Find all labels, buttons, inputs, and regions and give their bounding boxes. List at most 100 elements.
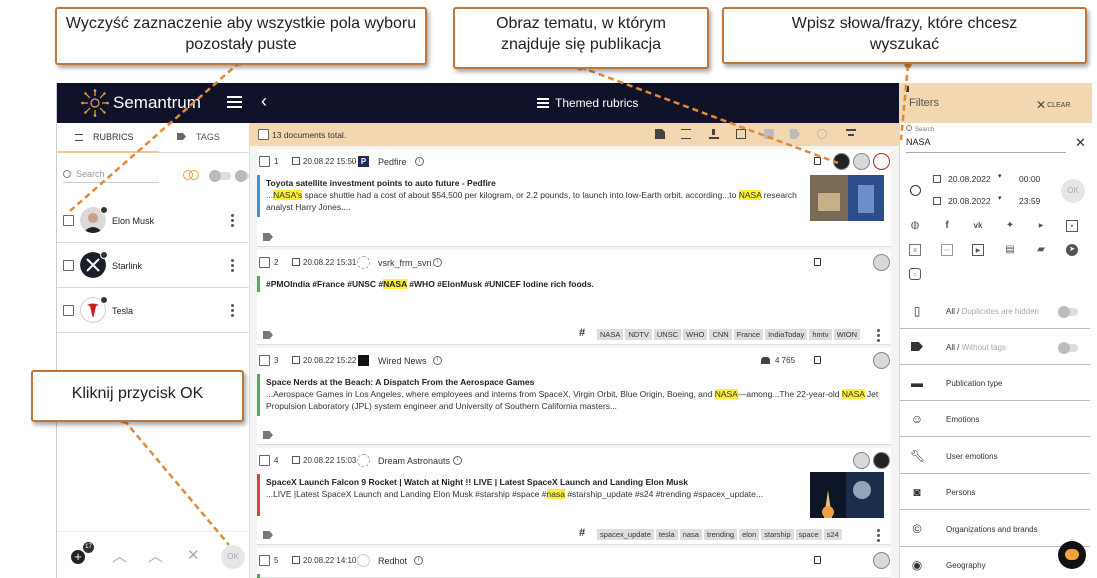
chevron-double-up-icon[interactable]: ︿	[148, 545, 163, 566]
duplicates-toggle[interactable]	[1058, 306, 1078, 318]
rubric-checkbox[interactable]	[63, 215, 74, 226]
ok-button[interactable]: OK	[221, 545, 245, 569]
dropdown-arrow-icon[interactable]: ▾	[998, 194, 1002, 202]
select-all-checkbox[interactable]	[258, 129, 269, 140]
hashtag-chip[interactable]: trending	[703, 529, 738, 540]
dropdown-arrow-icon[interactable]: ▾	[998, 172, 1002, 180]
chat-support-icon[interactable]	[1058, 541, 1086, 569]
date-from-field[interactable]: 20.08.2022	[948, 174, 991, 184]
filter-duplicates[interactable]: ▯ All / Duplicates are hidden	[900, 293, 1090, 329]
save-icon[interactable]	[736, 129, 746, 139]
rubric-starlink[interactable]: Starlink	[57, 243, 249, 288]
document-card-3[interactable]: 3 20.08.22 15:22 Wired News i 4 765 Spac…	[257, 348, 891, 445]
add-rubric-button[interactable]: +	[71, 550, 85, 564]
document-checkbox[interactable]	[259, 455, 270, 466]
document-title[interactable]: Space Nerds at the Beach: A Dispatch Fro…	[266, 377, 534, 387]
document-checkbox[interactable]	[259, 257, 270, 268]
tab-tags[interactable]: TAGS	[177, 132, 220, 142]
chevron-up-icon[interactable]: ︿	[112, 545, 127, 566]
rubric-checkbox[interactable]	[63, 260, 74, 271]
document-icon[interactable]	[814, 556, 821, 564]
info-icon[interactable]: i	[453, 456, 462, 465]
video-icon[interactable]: ▶	[972, 244, 984, 256]
trash-icon[interactable]	[764, 129, 774, 139]
history-icon[interactable]	[910, 185, 921, 196]
tab-rubrics[interactable]: RUBRICS	[75, 132, 134, 142]
hashtag-chip[interactable]: WHO	[683, 329, 708, 340]
youtube-icon[interactable]: ▶	[1035, 220, 1047, 232]
document-checkbox[interactable]	[259, 156, 270, 167]
hashtag-chip[interactable]: starship	[761, 529, 794, 540]
hashtag-chip[interactable]: NASA	[597, 329, 624, 340]
elon-musk-mini-avatar[interactable]	[873, 254, 890, 271]
elon-musk-mini-avatar[interactable]	[873, 352, 890, 369]
filter-organizations[interactable]: © Organizations and brands	[900, 511, 1090, 547]
tags-toggle[interactable]	[1058, 342, 1078, 354]
person-card-icon[interactable]: ▪	[1066, 220, 1078, 232]
rubric-checkbox[interactable]	[63, 305, 74, 316]
time-from-field[interactable]: 00:00	[1019, 174, 1040, 184]
kebab-menu-icon[interactable]	[231, 304, 234, 317]
download-icon[interactable]	[709, 129, 719, 139]
tesla-mini-avatar[interactable]	[873, 153, 890, 170]
forum-icon[interactable]: ⋯	[941, 244, 953, 256]
document-icon[interactable]	[814, 157, 821, 165]
info-icon[interactable]: i	[433, 258, 442, 267]
document-card-5[interactable]: 5 20.08.22 14:10 Redhot i	[257, 548, 891, 578]
hashtag-chip[interactable]: space	[795, 529, 822, 540]
document-icon[interactable]	[655, 129, 665, 139]
document-card-4[interactable]: 4 20.08.22 15:03 Dream Astronauts i Spac…	[257, 448, 891, 545]
hashtag-chip[interactable]: hmtv	[809, 329, 832, 340]
kebab-menu-icon[interactable]	[877, 329, 880, 342]
document-icon[interactable]	[814, 258, 821, 266]
document-icon[interactable]	[814, 356, 821, 364]
time-to-field[interactable]: 23:59	[1019, 196, 1040, 206]
rubric-tesla[interactable]: Tesla	[57, 288, 249, 333]
kebab-menu-icon[interactable]	[231, 214, 234, 227]
kebab-menu-icon[interactable]	[231, 259, 234, 272]
filter-search-input[interactable]: NASA	[906, 137, 1066, 153]
filters-ok-button[interactable]: OK	[1061, 179, 1085, 203]
info-icon[interactable]: i	[433, 356, 442, 365]
document-title[interactable]: #PMOIndia #France #UNSC #NASA #WHO #Elon…	[266, 279, 594, 289]
elon-musk-mini-avatar[interactable]	[853, 452, 870, 469]
web-icon[interactable]: ◍	[909, 220, 921, 232]
menu-icon[interactable]	[227, 96, 242, 108]
hashtag-chip[interactable]: spacex_update	[597, 529, 654, 540]
telegram-icon[interactable]: ➤	[1066, 244, 1078, 256]
hashtag-chip[interactable]: CNN	[709, 329, 732, 340]
toggle-switch-2[interactable]	[235, 170, 249, 182]
hashtag-chip[interactable]: s24	[823, 529, 842, 540]
emotion-icon[interactable]	[817, 129, 827, 139]
hashtag-chip[interactable]: elon	[739, 529, 760, 540]
kebab-menu-icon[interactable]	[877, 529, 880, 542]
filter-emotions[interactable]: ☺ Emotions	[900, 401, 1090, 437]
starlink-mini-avatar[interactable]	[873, 452, 890, 469]
instagram-icon[interactable]: ○	[909, 268, 921, 280]
rubric-elon-musk[interactable]: Elon Musk	[57, 198, 249, 243]
document-source[interactable]: vsrk_frm_svn	[378, 258, 432, 268]
document-checkbox[interactable]	[259, 555, 270, 566]
info-icon[interactable]: i	[415, 157, 424, 166]
document-title[interactable]: SpaceX Launch Falcon 9 Rocket | Watch at…	[266, 477, 688, 487]
filter-tags[interactable]: All / Without tags	[900, 329, 1090, 365]
hashtag-chip[interactable]: France	[733, 329, 764, 340]
filter-sort-icon[interactable]	[846, 129, 856, 139]
tag-icon[interactable]	[263, 531, 273, 539]
tag-icon[interactable]	[263, 331, 273, 339]
twitter-icon[interactable]: ✦	[1004, 220, 1016, 232]
facebook-icon[interactable]: f	[941, 220, 953, 232]
hashtag-chip[interactable]: WION	[833, 329, 861, 340]
document-source[interactable]: Pedfire	[378, 157, 407, 167]
document-checkbox[interactable]	[259, 355, 270, 366]
filter-publication-type[interactable]: ▬ Publication type	[900, 365, 1090, 401]
tag-icon[interactable]	[790, 129, 800, 139]
document-thumbnail[interactable]	[810, 472, 884, 518]
filter-persons[interactable]: ◙ Persons	[900, 474, 1090, 510]
document-source[interactable]: Redhot	[378, 556, 407, 566]
tag-icon[interactable]	[263, 233, 273, 241]
hashtag-chip[interactable]: nasa	[679, 529, 702, 540]
clear-search-icon[interactable]: ✕	[1075, 135, 1086, 151]
elon-musk-mini-avatar[interactable]	[873, 552, 890, 569]
chevron-left-icon[interactable]: ‹	[261, 91, 267, 112]
